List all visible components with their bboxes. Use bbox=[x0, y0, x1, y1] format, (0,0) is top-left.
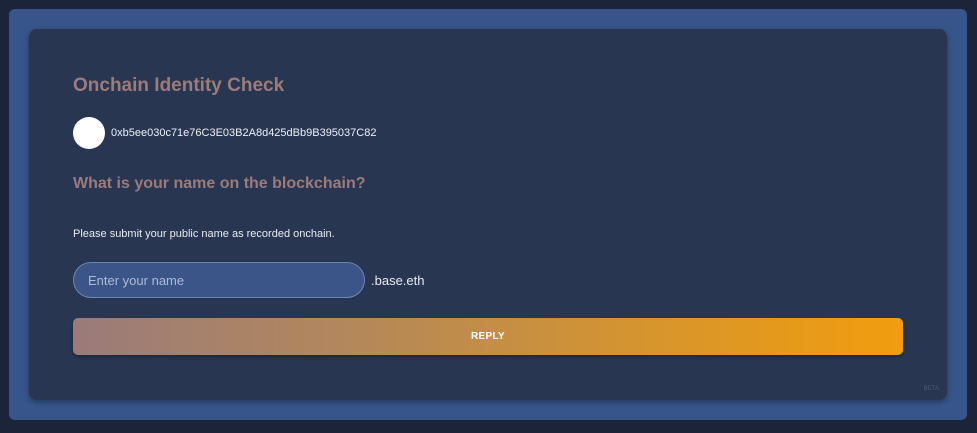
question-heading: What is your name on the blockchain? bbox=[73, 175, 366, 192]
beta-label: BETA bbox=[923, 386, 939, 392]
name-entry-row: .base.eth bbox=[73, 262, 425, 298]
name-suffix: .base.eth bbox=[371, 272, 425, 288]
name-input[interactable] bbox=[73, 262, 365, 298]
card-title: Onchain Identity Check bbox=[73, 75, 285, 96]
identity-check-card: Onchain Identity Check 0xb5ee030c71e76C3… bbox=[29, 29, 947, 400]
reply-button[interactable]: REPLY bbox=[73, 318, 903, 355]
wallet-identity: 0xb5ee030c71e76C3E03B2A8d425dBb9B395037C… bbox=[73, 117, 376, 149]
wallet-address: 0xb5ee030c71e76C3E03B2A8d425dBb9B395037C… bbox=[111, 127, 377, 139]
avatar bbox=[73, 117, 105, 149]
instructions-text: Please submit your public name as record… bbox=[73, 228, 335, 240]
outer-frame: Onchain Identity Check 0xb5ee030c71e76C3… bbox=[9, 9, 967, 420]
